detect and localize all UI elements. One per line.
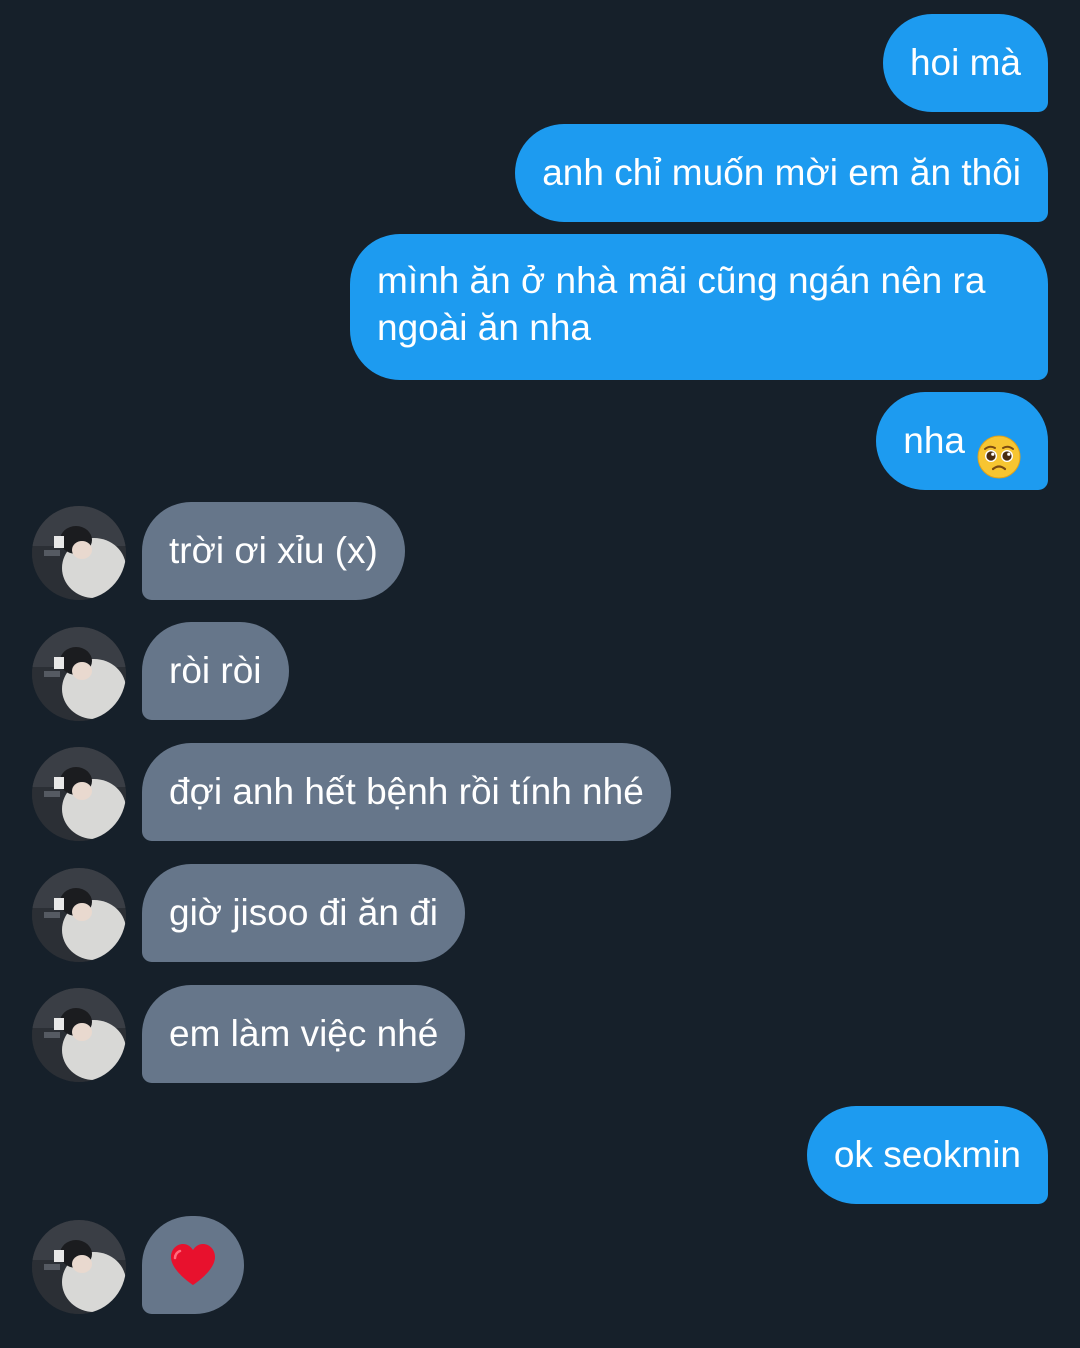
avatar[interactable] — [32, 506, 126, 600]
outgoing-message[interactable]: anh chỉ muốn mời em ăn thôi — [515, 124, 1048, 222]
avatar[interactable] — [32, 868, 126, 962]
message-text: ok seokmin — [833, 1134, 1021, 1175]
message-text: ròi ròi — [169, 650, 262, 691]
incoming-message[interactable] — [142, 1216, 244, 1314]
incoming-message[interactable]: trời ơi xỉu (x) — [142, 502, 405, 600]
outgoing-message[interactable]: hoi mà — [882, 14, 1048, 112]
incoming-message[interactable]: giờ jisoo đi ăn đi — [142, 864, 466, 962]
incoming-message[interactable]: em làm việc nhé — [142, 985, 466, 1083]
incoming-message[interactable]: đợi anh hết bệnh rồi tính nhé — [142, 743, 671, 841]
message-text: đợi anh hết bệnh rồi tính nhé — [169, 771, 644, 812]
outgoing-message[interactable]: mình ăn ở nhà mãi cũng ngán nên ra ngoài… — [350, 234, 1048, 380]
incoming-message[interactable]: ròi ròi — [142, 622, 289, 720]
message-text: anh chỉ muốn mời em ăn thôi — [542, 152, 1021, 193]
message-text: hoi mà — [909, 42, 1021, 83]
message-text: em làm việc nhé — [169, 1013, 439, 1054]
message-text: giờ jisoo đi ăn đi — [169, 892, 439, 933]
message-text: nha — [903, 420, 965, 461]
message-text: trời ơi xỉu (x) — [169, 530, 378, 571]
avatar[interactable] — [32, 988, 126, 1082]
avatar[interactable] — [32, 627, 126, 721]
outgoing-message[interactable]: ok seokmin — [806, 1106, 1048, 1204]
message-text: mình ăn ở nhà mãi cũng ngán nên ra ngoài… — [377, 260, 986, 348]
red-heart-emoji — [169, 1243, 217, 1287]
outgoing-message[interactable]: nha — [876, 392, 1048, 490]
pleading-face-emoji — [977, 418, 1021, 479]
avatar[interactable] — [32, 747, 126, 841]
avatar[interactable] — [32, 1220, 126, 1314]
